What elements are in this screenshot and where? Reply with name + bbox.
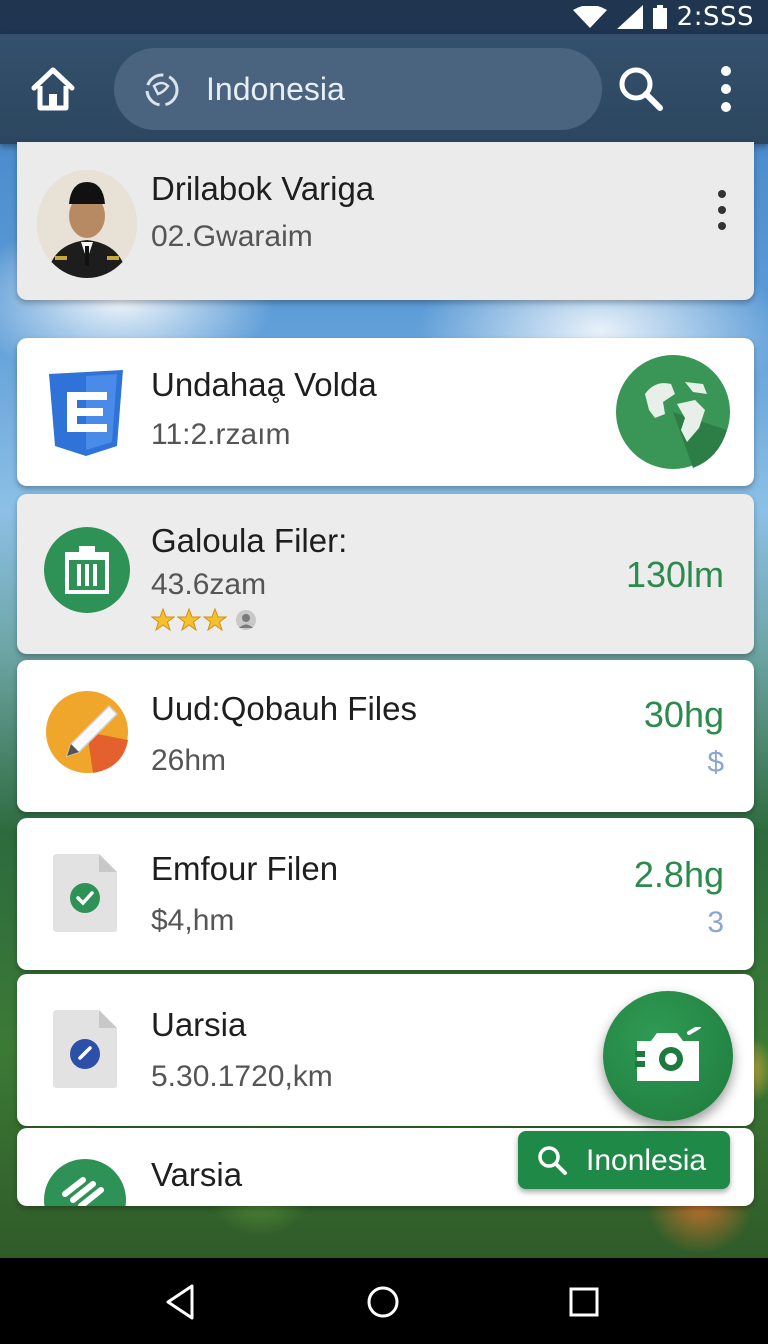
more-vertical-icon[interactable] [714,188,730,232]
profile-subtitle: 02.Gwaraim [151,220,313,253]
list-item[interactable]: Galoula Filer: 43.6zam 130lm [17,494,754,654]
home-circle-icon[interactable] [366,1285,400,1319]
status-icons: 2:SSS [572,0,754,34]
battery-icon [652,5,667,29]
avatar [37,170,137,278]
app-icon [44,1159,126,1206]
list-item[interactable]: Undahaḁ Volda 11:2.rzaım [17,338,754,486]
top-app-bar: Indonesia [0,34,768,144]
back-icon[interactable] [164,1284,196,1320]
item-value: 2.8hg [633,854,724,895]
item-badge: $ [707,746,724,779]
item-title: Galoula Filer: [151,522,348,559]
item-title: Emfour Filen [151,850,339,887]
camera-fab[interactable] [603,991,733,1121]
item-subtitle: 26hm [151,744,227,777]
wifi-icon [572,6,607,28]
item-value: 130lm [625,554,724,595]
star-rating [151,608,257,632]
search-bar[interactable]: Indonesia [114,48,602,130]
pencil-icon [46,691,128,773]
item-title: Undahaḁ Volda [151,366,377,403]
star-icon [177,608,201,632]
item-title: Uud:Qobauh Files [151,690,417,727]
home-icon[interactable] [28,64,78,114]
globe-search-icon [145,73,179,107]
search-icon [538,1146,567,1175]
list-item[interactable]: Emfour Filen $4,hm 2.8hg 3 [17,818,754,970]
item-subtitle: 11:2.rzaım [151,418,291,451]
search-placeholder: Indonesia [206,71,345,107]
document-icon [49,370,123,456]
star-icon [151,608,175,632]
globe-icon[interactable] [615,354,731,470]
profile-name: Drilabok Variga [151,170,375,207]
search-chip[interactable]: Inonlesia [518,1131,730,1189]
file-icon [53,1010,117,1088]
item-title: Uarsia [151,1006,247,1043]
item-badge: 3 [707,906,724,939]
item-value: 30hg [643,694,724,735]
list-item[interactable]: Uud:Qobauh Files 26hm 30hg $ [17,660,754,812]
item-subtitle: 43.6zam [151,568,267,601]
camera-icon [635,1027,701,1081]
item-title: Varsia [151,1156,243,1193]
profile-card[interactable]: Drilabok Variga 02.Gwaraim [17,142,754,300]
signal-icon [616,5,643,29]
trash-icon [44,527,130,613]
search-chip-label: Inonlesia [586,1144,707,1177]
star-icon [203,608,227,632]
search-icon[interactable] [616,64,664,112]
item-subtitle: $4,hm [151,904,235,937]
item-subtitle: 5.30.1720,km [151,1060,333,1093]
status-time: 2:SSS [676,2,754,32]
file-check-icon [53,854,117,932]
rating-avatar-icon [236,610,256,630]
system-navigation-bar [0,1258,768,1344]
more-vertical-icon[interactable] [708,64,744,114]
status-bar: 2:SSS [0,0,768,34]
recent-apps-icon[interactable] [568,1286,600,1318]
